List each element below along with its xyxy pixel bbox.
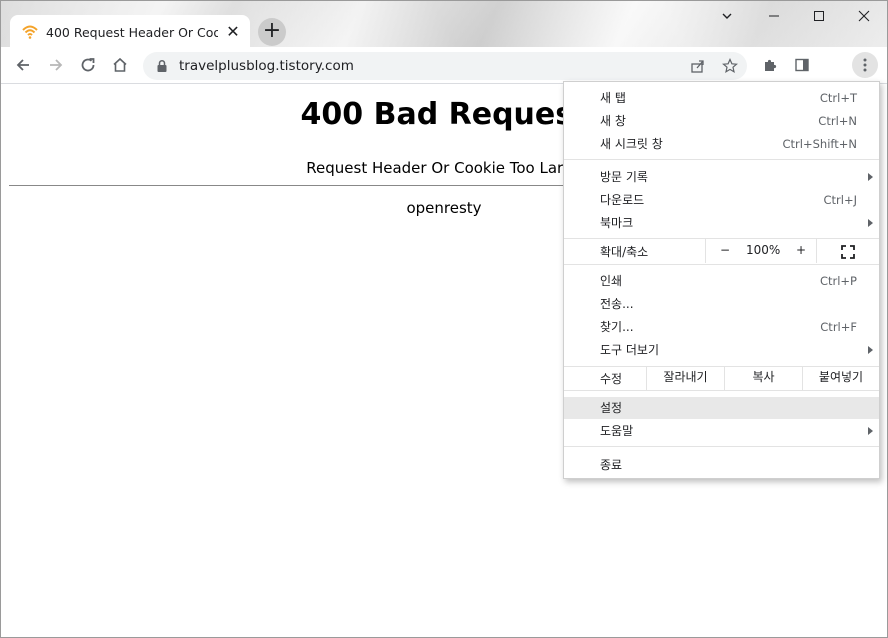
menu-button[interactable]	[852, 52, 878, 78]
menu-item-new-window[interactable]: 새 창 Ctrl+N	[564, 110, 879, 132]
zoom-in-button[interactable]: +	[796, 239, 806, 261]
address-bar[interactable]: travelplusblog.tistory.com	[143, 52, 747, 80]
minimize-icon	[769, 15, 779, 17]
kebab-menu-icon	[863, 58, 867, 72]
tab-close-icon[interactable]: ✕	[224, 23, 242, 41]
menu-item-label: 다운로드	[600, 193, 645, 207]
menu-item-more-tools[interactable]: 도구 더보기	[564, 339, 879, 361]
home-button[interactable]	[107, 52, 133, 78]
menu-item-shortcut: Ctrl+F	[820, 320, 857, 334]
menu-item-label: 새 창	[600, 114, 626, 128]
menu-item-history[interactable]: 방문 기록	[564, 166, 879, 188]
menu-item-downloads[interactable]: 다운로드 Ctrl+J	[564, 189, 879, 211]
menu-item-shortcut: Ctrl+P	[819, 274, 857, 288]
url-text: travelplusblog.tistory.com	[179, 58, 354, 74]
close-window-button[interactable]	[841, 5, 887, 27]
reload-button[interactable]	[75, 52, 101, 78]
browser-toolbar: travelplusblog.tistory.com	[1, 47, 887, 84]
copy-button[interactable]: 복사	[724, 366, 802, 390]
menu-item-incognito[interactable]: 새 시크릿 창 Ctrl+Shift+N	[564, 133, 879, 155]
menu-item-zoom: 확대/축소 − 100% +	[564, 239, 879, 263]
zoom-label: 확대/축소	[600, 245, 649, 259]
menu-item-label: 설정	[600, 401, 623, 415]
menu-item-label: 도움말	[600, 424, 634, 438]
zoom-controls: − 100% +	[705, 239, 817, 263]
menu-separator	[564, 159, 879, 160]
lock-icon	[157, 59, 167, 72]
menu-item-print[interactable]: 인쇄 Ctrl+P	[564, 270, 879, 292]
browser-tab[interactable]: 400 Request Header Or Cookie ✕	[10, 15, 250, 49]
zoom-out-button[interactable]: −	[720, 239, 730, 261]
menu-item-label: 새 시크릿 창	[600, 137, 663, 151]
browser-menu: 새 탭 Ctrl+T 새 창 Ctrl+N 새 시크릿 창 Ctrl+Shift…	[563, 81, 880, 479]
menu-item-exit[interactable]: 종료	[564, 454, 879, 476]
back-button[interactable]	[10, 52, 36, 78]
menu-item-edit: 수정 잘라내기 복사 붙여넣기	[564, 366, 879, 390]
home-icon	[113, 57, 127, 72]
submenu-arrow-icon	[868, 173, 873, 181]
extensions-button[interactable]	[757, 52, 783, 78]
menu-item-shortcut: Ctrl+J	[823, 193, 858, 207]
menu-item-label: 찾기...	[600, 320, 634, 334]
menu-item-bookmarks[interactable]: 북마크	[564, 212, 879, 234]
wifi-favicon-icon	[22, 25, 38, 39]
menu-item-label: 종료	[600, 458, 623, 472]
edit-label: 수정	[600, 372, 623, 386]
menu-separator	[564, 390, 879, 391]
menu-item-shortcut: Ctrl+N	[818, 114, 857, 128]
menu-separator	[564, 264, 879, 265]
tab-title: 400 Request Header Or Cookie	[46, 24, 218, 40]
menu-item-label: 북마크	[600, 216, 634, 230]
maximize-button[interactable]	[796, 5, 842, 27]
chevron-down-icon	[722, 13, 732, 19]
menu-item-shortcut: Ctrl+T	[819, 91, 857, 105]
submenu-arrow-icon	[868, 219, 873, 227]
menu-item-label: 전송...	[600, 297, 634, 311]
reload-icon	[81, 58, 95, 72]
menu-item-new-tab[interactable]: 새 탭 Ctrl+T	[564, 87, 879, 109]
menu-item-shortcut: Ctrl+Shift+N	[782, 137, 857, 151]
menu-item-help[interactable]: 도움말	[564, 420, 879, 442]
menu-item-label: 도구 더보기	[600, 343, 660, 357]
tab-search-button[interactable]	[704, 5, 750, 27]
forward-button[interactable]	[43, 52, 69, 78]
menu-item-label: 방문 기록	[600, 170, 648, 184]
puzzle-icon	[765, 59, 777, 71]
minimize-button[interactable]	[751, 5, 797, 27]
share-icon[interactable]	[690, 58, 706, 74]
close-icon	[858, 10, 870, 22]
menu-item-cast[interactable]: 전송...	[564, 293, 879, 315]
back-arrow-icon	[16, 59, 29, 71]
title-bar: 400 Request Header Or Cookie ✕ +	[1, 1, 887, 49]
menu-separator	[564, 446, 879, 447]
menu-item-settings[interactable]: 설정	[564, 397, 879, 419]
menu-item-label: 인쇄	[600, 274, 623, 288]
paste-button[interactable]: 붙여넣기	[802, 366, 879, 390]
fullscreen-icon[interactable]	[841, 245, 855, 259]
cut-button[interactable]: 잘라내기	[646, 366, 724, 390]
maximize-icon	[814, 11, 824, 21]
forward-arrow-icon	[50, 59, 63, 71]
bookmark-star-icon[interactable]	[722, 58, 738, 74]
submenu-arrow-icon	[868, 427, 873, 435]
side-panel-icon	[795, 58, 809, 72]
menu-item-find[interactable]: 찾기... Ctrl+F	[564, 316, 879, 338]
side-panel-button[interactable]	[789, 52, 815, 78]
menu-item-label: 새 탭	[600, 91, 626, 105]
new-tab-button[interactable]: +	[258, 18, 286, 46]
zoom-value: 100%	[746, 243, 781, 257]
submenu-arrow-icon	[868, 346, 873, 354]
